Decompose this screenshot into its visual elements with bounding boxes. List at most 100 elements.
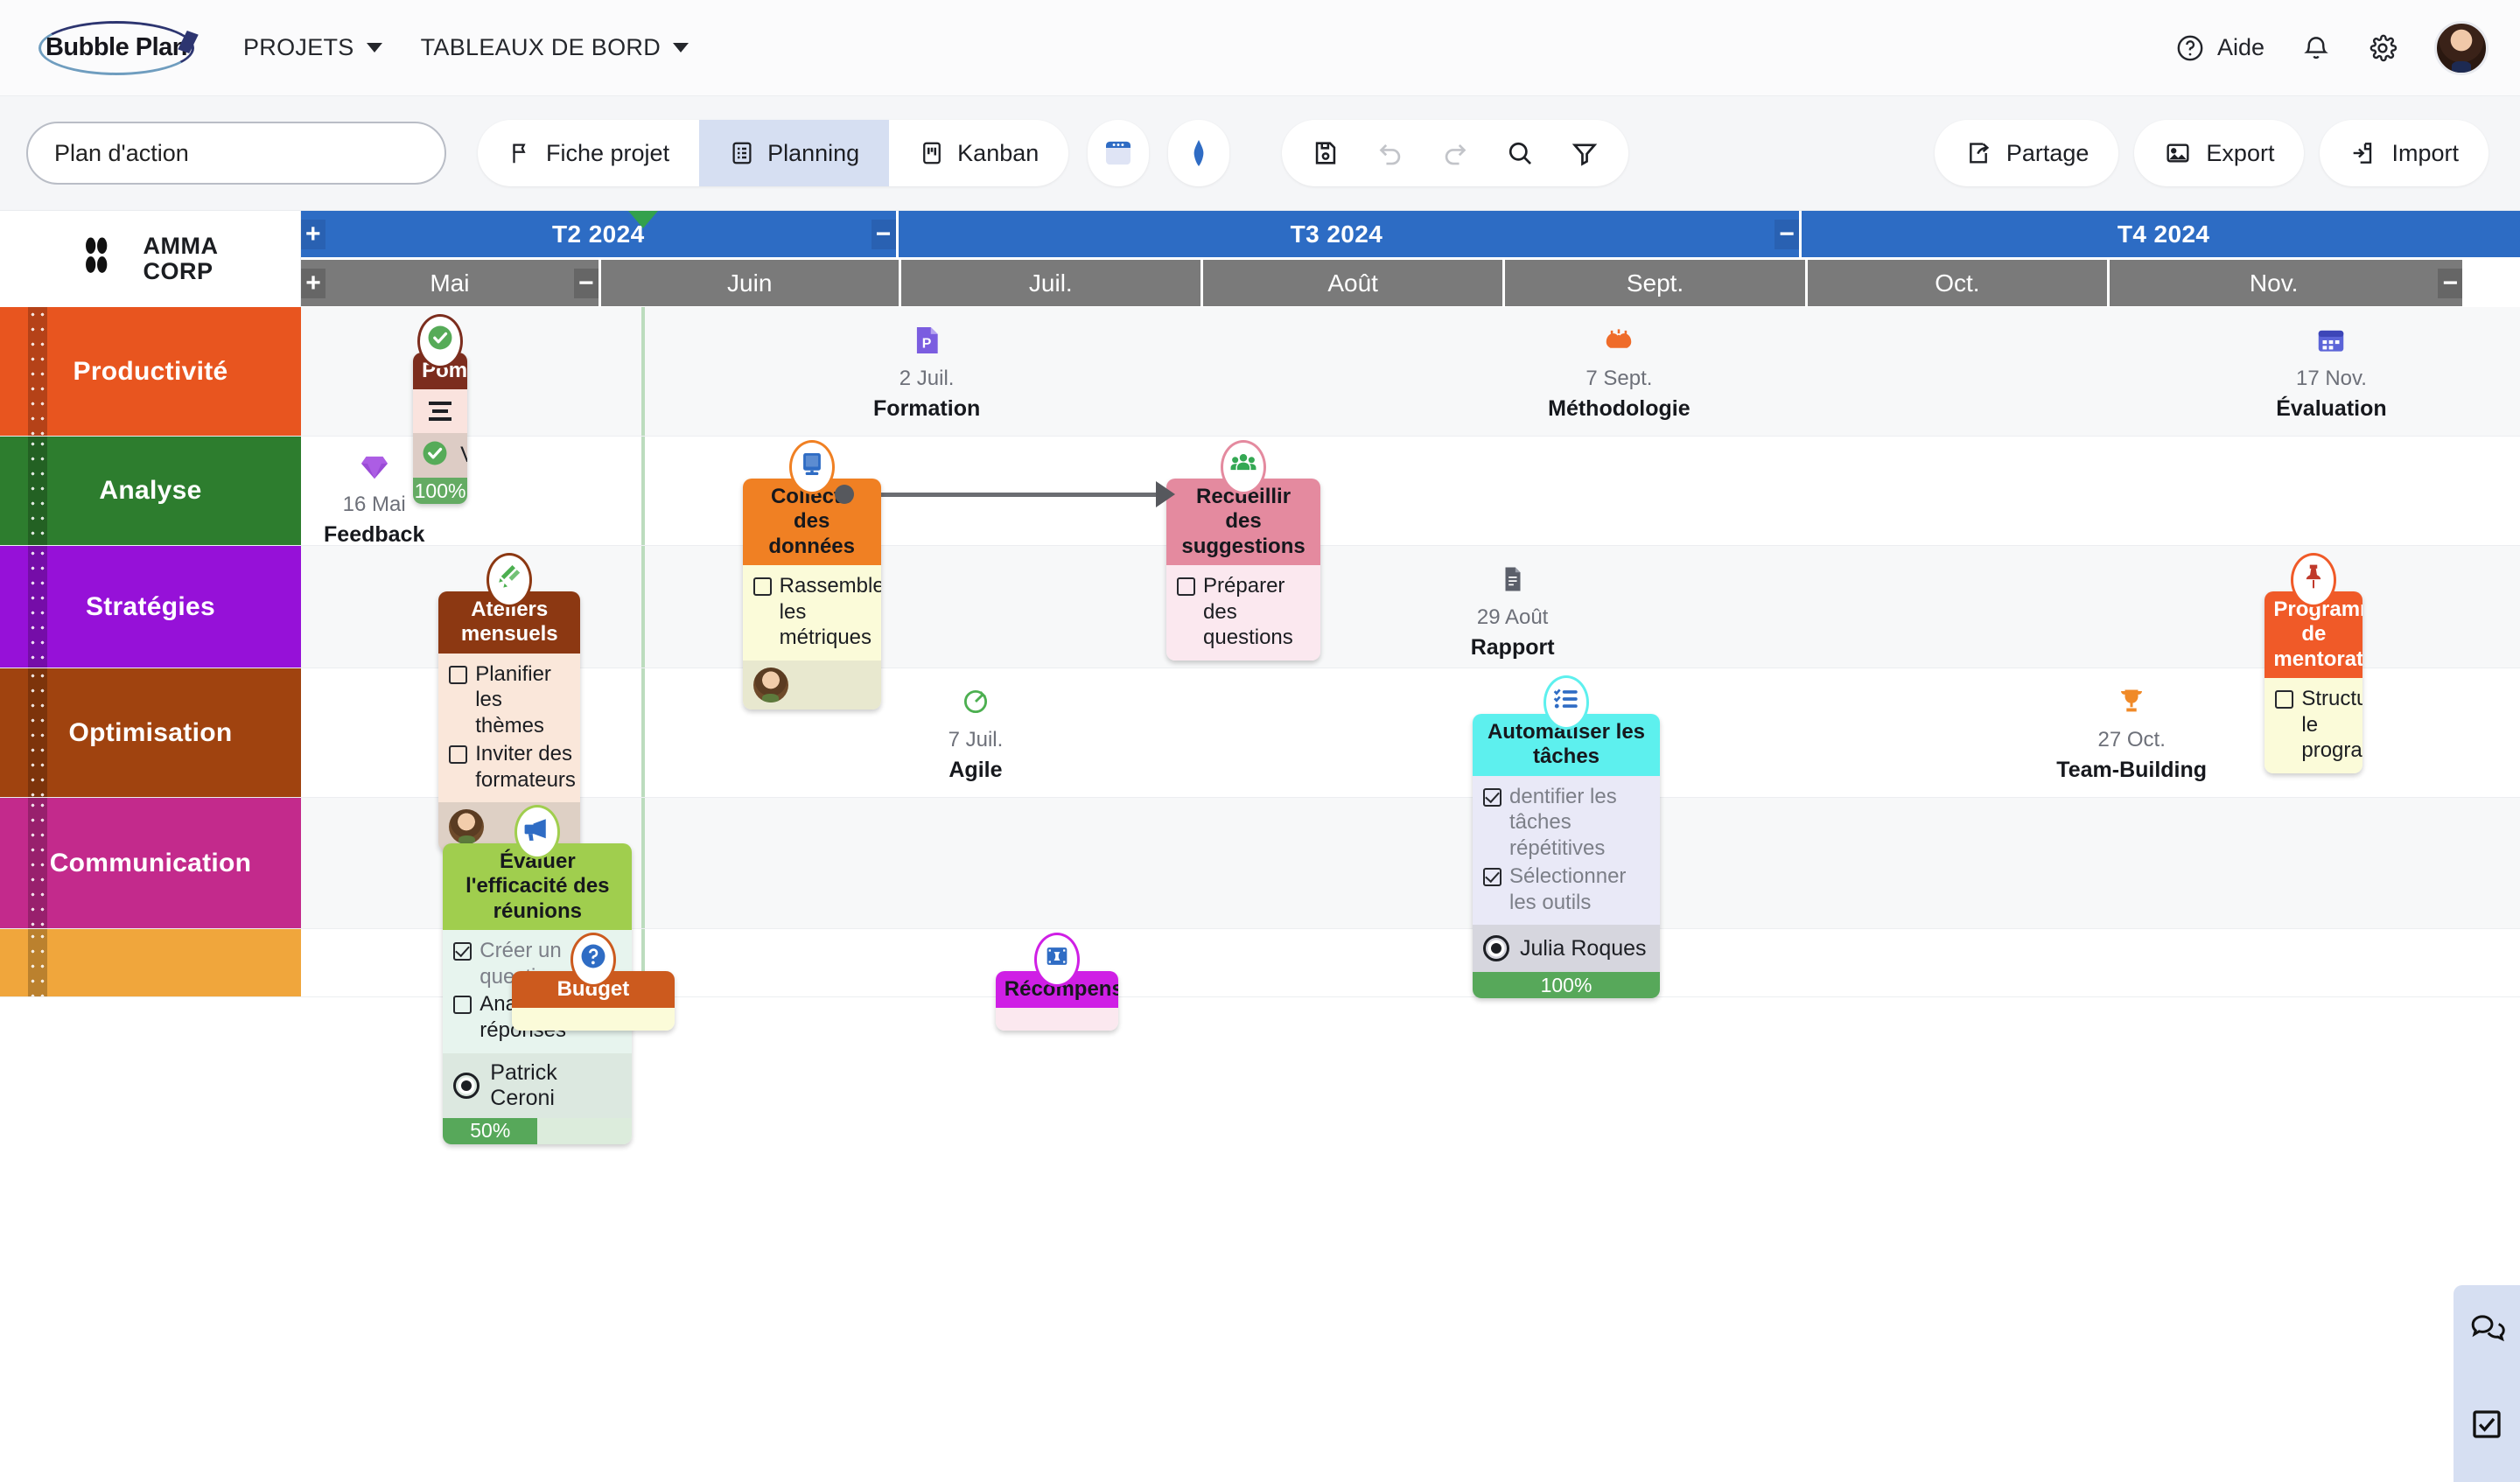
checkbox-icon[interactable] bbox=[449, 665, 468, 684]
task-card[interactable]: Récompense bbox=[995, 933, 1118, 1031]
task-card-badge[interactable] bbox=[417, 314, 464, 368]
import-button[interactable]: Import bbox=[2320, 120, 2488, 186]
row-label-productivité[interactable]: Productivité bbox=[0, 307, 301, 436]
filter-button[interactable] bbox=[1557, 125, 1613, 181]
search-button[interactable] bbox=[1492, 125, 1548, 181]
avatar[interactable] bbox=[449, 809, 485, 845]
month-cell[interactable]: Oct. bbox=[1807, 260, 2108, 306]
row-track[interactable]: Évaluer l'efficacité des réunions Créer u… bbox=[301, 798, 2520, 1144]
import-icon bbox=[2354, 143, 2372, 164]
assignee-target-icon bbox=[1483, 935, 1509, 962]
row-track[interactable]: 7 Juil. Agile 27 Oct. Team-Building Automati… bbox=[301, 668, 2520, 999]
task-card[interactable]: Recueillir des suggestions Préparer des q… bbox=[1166, 440, 1321, 661]
row-label-communication[interactable]: Communication bbox=[0, 798, 301, 928]
checkbox-icon[interactable] bbox=[1177, 577, 1196, 596]
row-label-optimisation[interactable]: Optimisation bbox=[0, 668, 301, 797]
milestone[interactable]: P 2 Juil. Formation bbox=[826, 321, 1027, 422]
checkbox-icon[interactable] bbox=[1483, 787, 1502, 807]
redo-button[interactable] bbox=[1427, 125, 1483, 181]
row-track[interactable]: 29 Août Rapport Ateliers mensuels Planifier… bbox=[301, 546, 2520, 852]
row-label-stratégies[interactable]: Stratégies bbox=[0, 546, 301, 668]
powerpoint-icon: P bbox=[826, 321, 1027, 360]
task-card[interactable]: Programme de mentoratStructurer le progr… bbox=[2264, 553, 2363, 774]
gear-icon[interactable] bbox=[2368, 33, 2398, 63]
export-button[interactable]: Export bbox=[2134, 120, 2305, 186]
avatar[interactable] bbox=[752, 668, 788, 703]
quarter-cell[interactable]: + T2 2024 − bbox=[301, 211, 896, 257]
planning-rows: Productivité P 2 Juil. Formation 7 Sept. Méth… bbox=[0, 307, 2520, 1144]
month-zoom-out-button[interactable]: − bbox=[573, 268, 598, 298]
task-card-badge[interactable] bbox=[788, 440, 835, 494]
milestone[interactable]: 27 Oct. Team-Building bbox=[2031, 682, 2232, 783]
undo-button[interactable] bbox=[1362, 125, 1418, 181]
checkbox-icon[interactable] bbox=[453, 996, 472, 1015]
row-track[interactable]: 16 Mai Feedback Collecte des données Rassem… bbox=[301, 437, 2520, 710]
month-zoom-in-button[interactable]: + bbox=[301, 268, 326, 298]
month-cell[interactable]: Juil. bbox=[900, 260, 1200, 306]
milestone-date: 29 Août bbox=[1476, 605, 1549, 629]
month-cell[interactable]: Juin bbox=[600, 260, 899, 306]
bubble-plan-logo[interactable]: Bubble Plan bbox=[38, 20, 194, 75]
nav-tableaux-de-bord[interactable]: TABLEAUX DE BORD bbox=[421, 34, 689, 61]
task-card-badge[interactable] bbox=[1033, 933, 1080, 987]
share-button[interactable]: Partage bbox=[1934, 120, 2119, 186]
checklist-item[interactable]: Planifier les thèmes bbox=[449, 661, 571, 739]
milestone[interactable]: 7 Sept. Méthodologie bbox=[1518, 321, 1719, 422]
row-spiral-binding bbox=[28, 798, 47, 928]
task-card-badge[interactable] bbox=[486, 553, 533, 607]
bell-icon[interactable] bbox=[2301, 33, 2331, 63]
checklist-item[interactable]: Rassembler les métriques bbox=[752, 573, 881, 651]
quarter-cell[interactable]: T3 2024 − bbox=[898, 211, 1800, 257]
month-cell[interactable]: Sept. bbox=[1505, 260, 1805, 306]
task-card[interactable]: Budget bbox=[511, 933, 675, 1031]
task-card-badge[interactable] bbox=[514, 805, 561, 859]
assignee-name: Patrick Ceroni bbox=[490, 1059, 557, 1110]
milestone[interactable]: 17 Nov. Évaluation bbox=[2230, 321, 2432, 422]
checklist-item[interactable]: Inviter des formateurs bbox=[449, 741, 576, 793]
save-button[interactable] bbox=[1298, 125, 1354, 181]
row-label-untitled[interactable] bbox=[0, 929, 301, 996]
checklist-item[interactable]: Préparer des questions bbox=[1177, 573, 1312, 651]
task-card-badge[interactable] bbox=[570, 933, 616, 987]
tab-fiche-projet[interactable]: Fiche projet bbox=[478, 120, 699, 186]
month-zoom-out-button[interactable]: − bbox=[2438, 268, 2463, 298]
task-card-inner: PomodoroV...100% bbox=[413, 353, 468, 505]
task-card[interactable]: Collecte des données Rassembler les métri… bbox=[742, 440, 881, 710]
checklist-item[interactable]: dentifier les tâches répétitives bbox=[1483, 784, 1651, 862]
task-card[interactable]: Automatiser les tâches dentifier les tâch… bbox=[1473, 675, 1660, 999]
quarter-zoom-out-button[interactable]: − bbox=[1774, 219, 1800, 249]
month-cell[interactable]: + Mai − bbox=[301, 260, 598, 306]
checkbox-icon[interactable] bbox=[453, 941, 472, 961]
milestone[interactable]: 7 Juil. Agile bbox=[875, 682, 1076, 783]
quarter-zoom-out-button[interactable]: − bbox=[871, 219, 896, 249]
row-track[interactable]: Budget Récompense bbox=[301, 929, 2520, 1031]
help-button[interactable]: Aide bbox=[2175, 33, 2264, 63]
diamond-view-button[interactable] bbox=[1168, 120, 1230, 186]
month-cell[interactable]: Août bbox=[1202, 260, 1503, 306]
milestone[interactable]: 29 Août Rapport bbox=[1412, 560, 1614, 661]
task-card-badge[interactable] bbox=[1221, 440, 1267, 494]
chat-icon[interactable] bbox=[2468, 1310, 2505, 1346]
row-label-analyse[interactable]: Analyse bbox=[0, 437, 301, 545]
window-view-button[interactable] bbox=[1088, 120, 1150, 186]
checklist-item[interactable]: Structurer le programme bbox=[2275, 686, 2362, 764]
tab-planning[interactable]: Planning bbox=[699, 120, 890, 186]
task-card-badge[interactable] bbox=[2291, 553, 2337, 607]
checkbox-icon[interactable] bbox=[752, 577, 772, 596]
checkbox-icon[interactable] bbox=[1483, 867, 1502, 886]
task-card[interactable]: PomodoroV...100% bbox=[413, 314, 468, 505]
checkbox-icon[interactable] bbox=[2275, 689, 2294, 709]
quarter-cell[interactable]: T4 2024 bbox=[1802, 211, 2520, 257]
month-cell[interactable]: Nov. − bbox=[2110, 260, 2463, 306]
tab-kanban[interactable]: Kanban bbox=[889, 120, 1068, 186]
quarter-zoom-in-button[interactable]: + bbox=[301, 219, 326, 249]
checkbox-icon[interactable] bbox=[2468, 1406, 2505, 1443]
nav-projets[interactable]: PROJETS bbox=[243, 34, 382, 61]
task-card-badge[interactable] bbox=[1544, 675, 1589, 730]
task-card[interactable]: Ateliers mensuels Planifier les thèmes Inv… bbox=[438, 553, 581, 852]
avatar[interactable] bbox=[2434, 20, 2488, 75]
checklist-item[interactable]: Sélectionner les outils bbox=[1483, 863, 1651, 916]
row-track[interactable]: P 2 Juil. Formation 7 Sept. Méthodologie 17 N… bbox=[301, 307, 2520, 505]
project-name-input[interactable]: Plan d'action bbox=[26, 122, 446, 185]
checkbox-icon[interactable] bbox=[449, 744, 468, 764]
